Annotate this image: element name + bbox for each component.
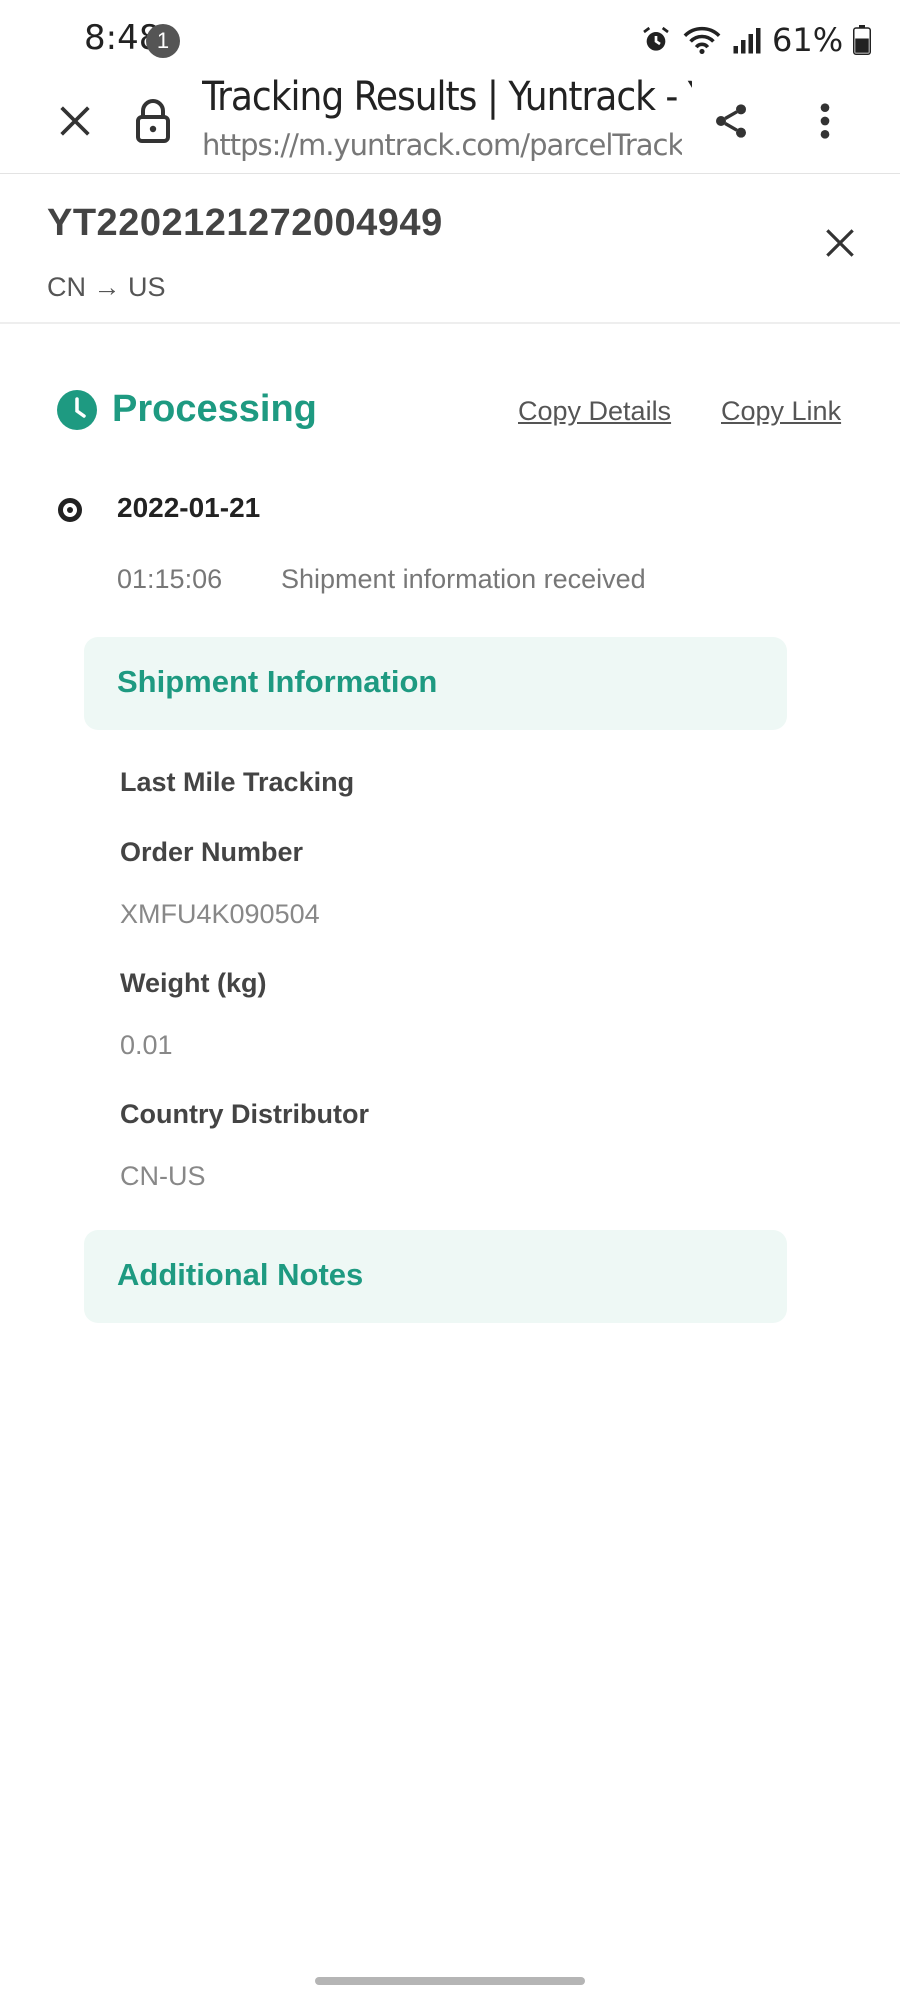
clock-icon xyxy=(57,390,97,430)
wifi-icon xyxy=(683,26,721,54)
more-options-icon[interactable] xyxy=(800,96,850,146)
battery-percentage: 61% xyxy=(772,21,844,59)
copy-link-link[interactable]: Copy Link xyxy=(721,396,841,427)
info-label: Order Number xyxy=(120,837,304,867)
additional-notes-panel[interactable]: Additional Notes xyxy=(84,1230,787,1323)
info-value: 0.01 xyxy=(120,1030,173,1060)
info-value: XMFU4K090504 xyxy=(120,899,320,929)
battery-icon xyxy=(853,25,872,55)
page-url[interactable]: https://m.yuntrack.com/parcelTracking?id… xyxy=(202,128,682,162)
close-tab-icon[interactable] xyxy=(50,96,100,146)
notification-badge: 1 xyxy=(146,24,180,58)
event-description: Shipment information received xyxy=(281,564,646,594)
signal-icon xyxy=(733,28,761,54)
header-divider xyxy=(0,322,900,324)
shipping-route: CN → US xyxy=(47,272,166,302)
info-label: Last Mile Tracking xyxy=(120,767,355,797)
timeline-dot xyxy=(58,498,82,522)
home-indicator[interactable] xyxy=(315,1977,585,1985)
event-date: 2022-01-21 xyxy=(117,492,261,523)
event-time: 01:15:06 xyxy=(117,564,223,594)
close-icon[interactable] xyxy=(815,218,865,268)
panel-title: Additional Notes xyxy=(117,1257,364,1292)
shipment-information-panel[interactable]: Shipment Information xyxy=(84,637,787,730)
tracking-status: Processing xyxy=(112,388,317,430)
panel-title: Shipment Information xyxy=(117,664,438,699)
status-icons: 61% xyxy=(640,18,872,62)
info-label: Country Distributor xyxy=(120,1099,369,1129)
copy-details-link[interactable]: Copy Details xyxy=(518,396,671,427)
lock-icon[interactable] xyxy=(128,94,178,148)
tracking-number: YT2202121272004949 xyxy=(47,202,443,244)
alarm-icon xyxy=(643,26,669,51)
info-value: CN-US xyxy=(120,1161,206,1191)
share-icon[interactable] xyxy=(706,96,756,146)
page-title[interactable]: Tracking Results | Yuntrack - Yu... xyxy=(202,74,692,120)
info-label: Weight (kg) xyxy=(120,968,267,998)
